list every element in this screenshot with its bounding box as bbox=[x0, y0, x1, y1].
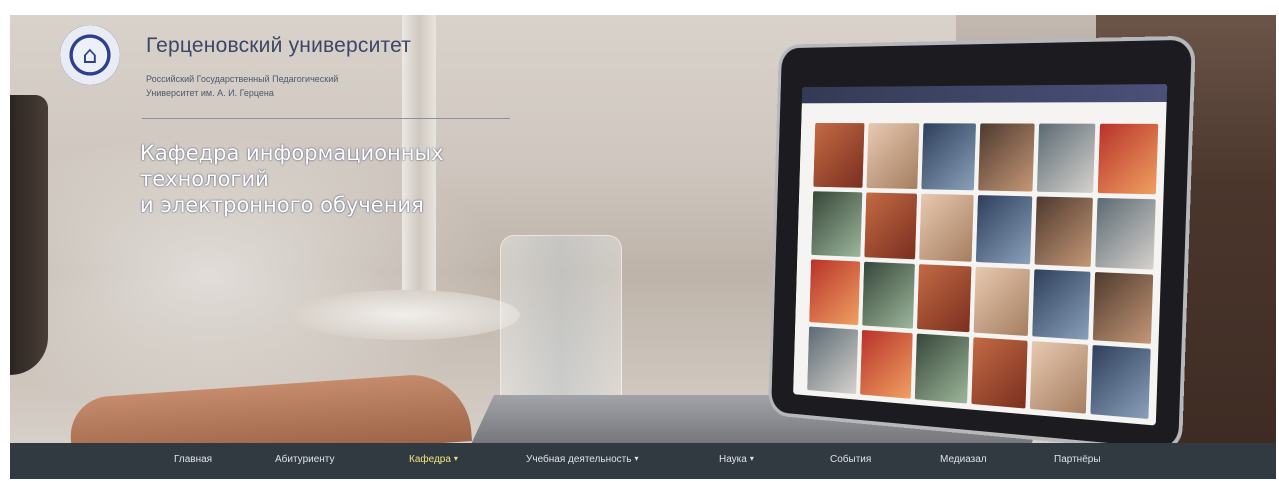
photo-tile bbox=[971, 337, 1028, 409]
university-subtitle: Российский Государственный Педагогически… bbox=[146, 72, 486, 100]
photo-tile bbox=[1029, 341, 1089, 414]
photo-tile bbox=[809, 258, 861, 326]
nav-item-home[interactable]: Главная bbox=[174, 454, 212, 465]
laptop-screen bbox=[793, 84, 1168, 426]
photo-tile bbox=[866, 123, 920, 189]
nav-item-applicants[interactable]: Абитуриенту bbox=[275, 454, 335, 465]
laptop-screen-bar bbox=[801, 84, 1168, 104]
photo-tile bbox=[813, 123, 865, 188]
background-lamp-base bbox=[290, 290, 520, 340]
nav-item-science[interactable]: Наука ▾ bbox=[719, 454, 754, 465]
seal-emblem-icon: ⌂ bbox=[82, 41, 98, 69]
header-divider bbox=[142, 118, 510, 119]
university-subtitle-line: Университет им. А. И. Герцена bbox=[146, 88, 274, 98]
photo-tile bbox=[1097, 123, 1159, 195]
department-title-line: технологий bbox=[140, 167, 269, 191]
caret-down-icon: ▾ bbox=[634, 454, 639, 463]
university-subtitle-line: Российский Государственный Педагогически… bbox=[146, 74, 339, 84]
photo-tile bbox=[1036, 123, 1096, 193]
nav-item-label: События bbox=[830, 454, 872, 465]
photo-tile bbox=[1090, 345, 1151, 419]
photo-tile bbox=[862, 261, 915, 329]
nav-item-label: Кафедра bbox=[409, 454, 451, 465]
department-title-line: и электронного обучения bbox=[140, 193, 424, 217]
nav-item-label: Медиазал bbox=[940, 454, 987, 465]
photo-tile bbox=[973, 266, 1030, 337]
background-hand bbox=[68, 371, 472, 443]
caret-down-icon: ▾ bbox=[749, 454, 754, 463]
nav-item-label: Наука bbox=[719, 454, 747, 465]
photo-tile bbox=[807, 326, 859, 395]
hero-laptop-image bbox=[771, 39, 1192, 443]
photo-grid bbox=[807, 123, 1159, 419]
photo-tile bbox=[975, 194, 1033, 264]
department-title: Кафедра информационных технологий и элек… bbox=[140, 140, 540, 218]
nav-item-label: Главная bbox=[174, 454, 213, 465]
nav-item-events[interactable]: События bbox=[830, 454, 871, 465]
background-person bbox=[10, 95, 48, 375]
photo-tile bbox=[978, 123, 1035, 192]
photo-tile bbox=[864, 192, 918, 259]
photo-tile bbox=[860, 330, 913, 399]
nav-item-education[interactable]: Учебная деятельность ▾ bbox=[526, 454, 638, 465]
photo-tile bbox=[1034, 196, 1093, 267]
photo-tile bbox=[917, 263, 972, 333]
nav-item-label: Абитуриенту bbox=[275, 454, 335, 465]
nav-item-label: Учебная деятельность bbox=[526, 454, 632, 465]
photo-tile bbox=[919, 193, 974, 262]
nav-item-department[interactable]: Кафедра ▾ bbox=[409, 454, 458, 465]
photo-tile bbox=[811, 191, 863, 257]
department-title-line: Кафедра информационных bbox=[140, 141, 444, 165]
photo-tile bbox=[1092, 271, 1154, 345]
background-glass bbox=[500, 235, 622, 407]
caret-down-icon: ▾ bbox=[453, 454, 458, 463]
university-seal-icon[interactable]: ⌂ bbox=[60, 25, 120, 85]
nav-item-label: Партнёры bbox=[1054, 454, 1101, 465]
photo-tile bbox=[921, 123, 977, 191]
photo-tile bbox=[914, 333, 970, 404]
main-navbar: Главная Абитуриенту Кафедра ▾ Учебная дея… bbox=[10, 443, 1276, 479]
nav-item-partners[interactable]: Партнёры bbox=[1054, 454, 1101, 465]
university-name-link[interactable]: Герценовский университет bbox=[146, 34, 411, 58]
photo-tile bbox=[1095, 197, 1156, 270]
nav-item-media[interactable]: Медиазал bbox=[940, 454, 987, 465]
photo-tile bbox=[1032, 268, 1091, 341]
